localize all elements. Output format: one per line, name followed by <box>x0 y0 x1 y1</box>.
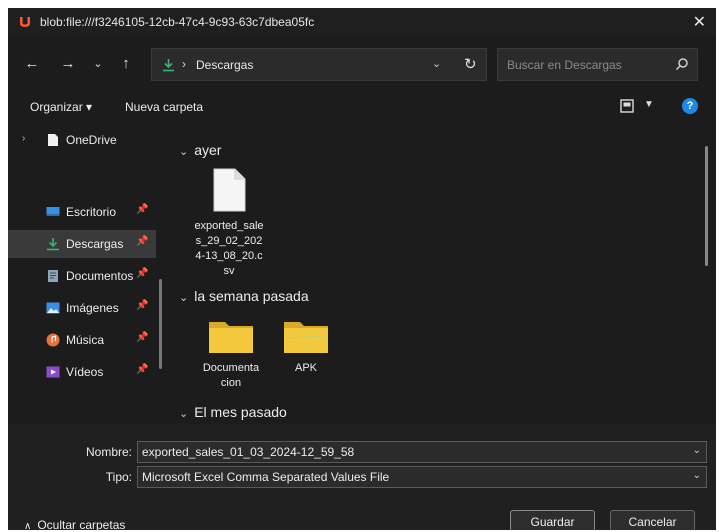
folder-item-apk[interactable]: APK <box>270 318 342 376</box>
filetype-select[interactable]: Microsoft Excel Comma Separated Values F… <box>137 466 707 488</box>
search-placeholder: Buscar en Descargas <box>507 58 622 72</box>
breadcrumb-separator: › <box>182 57 186 71</box>
search-input[interactable]: Buscar en Descargas <box>497 48 698 81</box>
sidebar-item-label: Documentos <box>66 269 134 283</box>
save-form: Nombre: exported_sales_01_03_2024-12_59_… <box>8 424 716 530</box>
pin-icon: 📌 <box>136 300 149 311</box>
folder-name: Documentacion <box>202 362 260 389</box>
sidebar-item-onedrive[interactable]: › OneDrive <box>8 126 156 154</box>
cancel-button[interactable]: Cancelar <box>610 510 695 530</box>
pin-icon: 📌 <box>136 332 149 343</box>
sidebar-item-imagenes[interactable]: Imágenes 📌 <box>8 294 156 322</box>
sidebar-item-label: Escritorio <box>66 205 117 219</box>
save-dialog: blob:file:///f3246105-12cb-47c4-9c93-63c… <box>8 8 716 530</box>
close-icon[interactable]: ✕ <box>693 12 706 32</box>
view-dropdown-icon[interactable]: ▼ <box>644 99 654 110</box>
save-button[interactable]: Guardar <box>510 510 595 530</box>
file-name: exported_sales_29_02_2024-13_08_20.csv <box>194 220 264 277</box>
sidebar-item-label: Descargas <box>66 237 124 251</box>
recent-locations-chevron-icon[interactable]: ⌄ <box>88 54 108 74</box>
folder-item-documentacion[interactable]: Documentacion <box>195 318 267 391</box>
chevron-down-icon: ⌄ <box>179 408 189 420</box>
file-list-scrollbar[interactable] <box>705 146 708 266</box>
group-header-last-week[interactable]: ⌄ la semana pasada <box>179 288 309 304</box>
file-icon <box>48 134 58 146</box>
hide-folders-label: Ocultar carpetas <box>37 518 126 530</box>
chevron-down-icon: ⌄ <box>179 292 189 304</box>
title-bar: blob:file:///f3246105-12cb-47c4-9c93-63c… <box>8 8 716 36</box>
chevron-down-icon: ⌄ <box>179 146 189 158</box>
sidebar-item-descargas[interactable]: Descargas 📌 <box>8 230 156 258</box>
refresh-icon[interactable]: ↻ <box>464 55 477 73</box>
up-arrow-icon[interactable]: ↑ <box>116 54 136 74</box>
document-file-icon <box>213 168 246 212</box>
download-icon <box>47 238 59 251</box>
sidebar-item-label: Vídeos <box>66 365 104 379</box>
filename-value: exported_sales_01_03_2024-12_59_58 <box>142 445 355 459</box>
folder-name: APK <box>294 362 317 374</box>
address-row: ← → ⌄ ↑ › Descargas ⌄ ↻ Buscar en Descar… <box>8 48 716 82</box>
sidebar-item-escritorio[interactable]: Escritorio 📌 <box>8 198 156 226</box>
breadcrumb-current[interactable]: Descargas <box>196 58 253 72</box>
new-folder-button[interactable]: Nueva carpeta <box>125 100 203 114</box>
app-logo-icon <box>20 17 30 27</box>
pin-icon: 📌 <box>136 364 149 375</box>
search-icon <box>675 58 688 71</box>
group-label: El mes pasado <box>194 404 287 420</box>
pin-icon: 📌 <box>136 268 149 279</box>
view-options-icon[interactable] <box>620 99 634 113</box>
file-list: ⌄ ayer exported_sales_29_02_2024-13_08_20… <box>171 124 716 424</box>
chevron-down-icon[interactable]: ⌄ <box>693 445 701 456</box>
chevron-down-icon[interactable]: ⌄ <box>693 470 701 481</box>
group-header-yesterday[interactable]: ⌄ ayer <box>179 142 221 158</box>
folder-icon <box>284 322 328 353</box>
help-icon[interactable]: ? <box>682 98 698 114</box>
file-item-csv[interactable]: exported_sales_29_02_2024-13_08_20.csv <box>193 168 265 279</box>
filetype-value: Microsoft Excel Comma Separated Values F… <box>142 470 390 484</box>
pin-icon: 📌 <box>136 236 149 247</box>
address-bar[interactable]: › Descargas ⌄ ↻ <box>151 48 487 81</box>
sidebar-item-label: Música <box>66 333 105 347</box>
organize-menu[interactable]: Organizar ▾ <box>30 100 92 114</box>
pin-icon: 📌 <box>136 204 149 215</box>
group-label: ayer <box>194 142 222 158</box>
sidebar-item-musica[interactable]: Música 📌 <box>8 326 156 354</box>
documents-icon <box>48 270 58 282</box>
hide-folders-toggle[interactable]: ∧ Ocultar carpetas <box>24 518 125 530</box>
forward-arrow-icon[interactable]: → <box>58 54 78 74</box>
videos-icon <box>46 366 60 378</box>
back-arrow-icon[interactable]: ← <box>22 54 42 74</box>
sidebar-item-videos[interactable]: Vídeos 📌 <box>8 358 156 386</box>
navigation-pane: › OneDrive Escritorio 📌 Descargas 📌 Docu… <box>8 124 171 424</box>
filename-label: Nombre: <box>85 445 132 459</box>
filename-input[interactable]: exported_sales_01_03_2024-12_59_58 ⌄ <box>137 441 707 463</box>
nav-scrollbar[interactable] <box>159 279 162 369</box>
sidebar-item-label: OneDrive <box>66 133 117 147</box>
filetype-label: Tipo: <box>105 470 132 484</box>
command-bar: Organizar ▾ Nueva carpeta ▼ ? <box>8 96 716 120</box>
group-label: la semana pasada <box>194 288 309 304</box>
window-title: blob:file:///f3246105-12cb-47c4-9c93-63c… <box>40 15 315 29</box>
chevron-right-icon[interactable]: › <box>22 133 25 144</box>
sidebar-item-documentos[interactable]: Documentos 📌 <box>8 262 156 290</box>
folder-icon <box>209 322 253 353</box>
desktop-icon <box>46 207 60 216</box>
chevron-down-icon[interactable]: ⌄ <box>432 57 441 70</box>
download-icon <box>163 59 174 72</box>
sidebar-item-label: Imágenes <box>66 301 119 315</box>
pictures-icon <box>46 302 60 314</box>
chevron-up-icon: ∧ <box>24 521 32 530</box>
group-header-last-month[interactable]: ⌄ El mes pasado <box>179 404 287 420</box>
music-icon <box>46 333 60 347</box>
